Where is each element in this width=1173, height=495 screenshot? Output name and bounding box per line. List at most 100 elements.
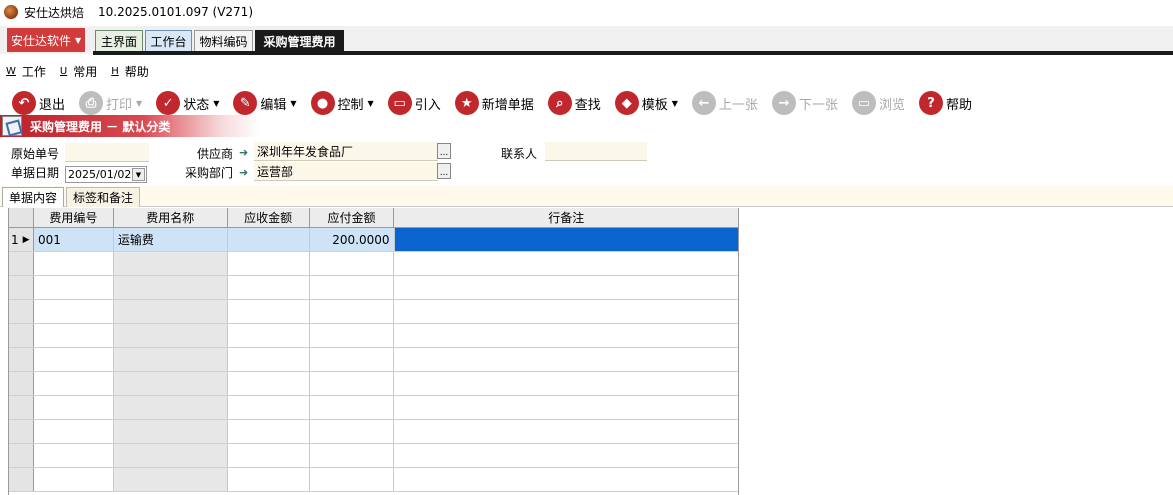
menu-work[interactable]: W 工作 bbox=[6, 63, 46, 80]
cell-note[interactable] bbox=[394, 324, 738, 347]
cell-payable[interactable] bbox=[310, 348, 395, 371]
cell-note[interactable] bbox=[394, 420, 738, 443]
toolbar-button-folder[interactable]: ▭ 浏览 bbox=[851, 89, 905, 117]
menu-common[interactable]: U 常用 bbox=[60, 63, 97, 80]
cell-receivable[interactable] bbox=[228, 348, 310, 371]
toolbar-button-arrow-right[interactable]: → 下一张 bbox=[771, 89, 838, 117]
dept-lookup-button[interactable]: ... bbox=[437, 163, 451, 179]
cell-code[interactable] bbox=[34, 324, 114, 347]
cell-name[interactable]: 运输费 bbox=[113, 228, 228, 251]
table-row[interactable] bbox=[9, 348, 738, 372]
toolbar-button-exit[interactable]: ↶ 退出 bbox=[12, 89, 65, 117]
row-indicator[interactable] bbox=[9, 324, 34, 347]
brand-menu-button[interactable]: 安仕达软件 ▼ bbox=[7, 28, 85, 52]
tab-main[interactable]: 主界面 bbox=[95, 30, 143, 52]
row-indicator[interactable] bbox=[9, 444, 34, 467]
cell-receivable[interactable] bbox=[228, 252, 310, 275]
cell-payable[interactable]: 200.0000 bbox=[309, 228, 395, 251]
row-indicator[interactable] bbox=[9, 468, 34, 491]
cell-name[interactable] bbox=[113, 396, 228, 419]
cell-name[interactable] bbox=[113, 468, 228, 491]
cell-note[interactable] bbox=[394, 372, 738, 395]
column-header-name[interactable]: 费用名称 bbox=[113, 208, 228, 227]
toolbar-button-user[interactable]: ● 控制 ▼ bbox=[310, 89, 374, 117]
cell-name[interactable] bbox=[113, 348, 228, 371]
cell-name[interactable] bbox=[113, 372, 228, 395]
table-row[interactable] bbox=[9, 372, 738, 396]
cell-payable[interactable] bbox=[310, 468, 395, 491]
column-header-code[interactable]: 费用编号 bbox=[34, 208, 114, 227]
toolbar-button-help[interactable]: ? 帮助 bbox=[918, 89, 972, 117]
dept-field[interactable]: 运营部 bbox=[254, 162, 438, 181]
column-header-receivable[interactable]: 应收金额 bbox=[228, 208, 310, 227]
cell-receivable[interactable] bbox=[228, 372, 310, 395]
cell-name[interactable] bbox=[113, 324, 228, 347]
chevron-down-icon[interactable]: ▼ bbox=[132, 168, 145, 181]
contact-field[interactable] bbox=[545, 142, 647, 161]
cell-payable[interactable] bbox=[310, 300, 395, 323]
cell-name[interactable] bbox=[113, 444, 228, 467]
cell-note[interactable] bbox=[394, 228, 738, 251]
row-indicator[interactable] bbox=[9, 372, 34, 395]
cell-receivable[interactable] bbox=[228, 420, 310, 443]
cell-receivable[interactable] bbox=[227, 228, 310, 251]
cell-receivable[interactable] bbox=[228, 300, 310, 323]
cell-receivable[interactable] bbox=[228, 396, 310, 419]
table-row[interactable] bbox=[9, 276, 738, 300]
cell-code[interactable] bbox=[34, 468, 114, 491]
cell-payable[interactable] bbox=[310, 444, 395, 467]
tab-material-code[interactable]: 物料编码 bbox=[194, 30, 253, 52]
table-row[interactable] bbox=[9, 468, 738, 492]
cell-note[interactable] bbox=[394, 276, 738, 299]
cell-payable[interactable] bbox=[310, 276, 395, 299]
column-header-payable[interactable]: 应付金额 bbox=[310, 208, 395, 227]
row-indicator[interactable] bbox=[9, 348, 34, 371]
cell-code[interactable] bbox=[34, 396, 114, 419]
cell-note[interactable] bbox=[394, 444, 738, 467]
row-indicator[interactable] bbox=[9, 276, 34, 299]
menu-help[interactable]: H 帮助 bbox=[111, 63, 149, 80]
table-row[interactable] bbox=[9, 324, 738, 348]
cell-code[interactable] bbox=[34, 252, 114, 275]
chevron-down-icon[interactable]: ▼ bbox=[290, 99, 296, 108]
toolbar-button-pencil[interactable]: ✎ 编辑 ▼ bbox=[233, 89, 297, 117]
table-row[interactable] bbox=[9, 252, 738, 276]
tab-document-content[interactable]: 单据内容 bbox=[2, 187, 65, 207]
tab-workbench[interactable]: 工作台 bbox=[145, 30, 192, 52]
tab-purchase-expense[interactable]: 采购管理费用 bbox=[255, 30, 344, 53]
cell-receivable[interactable] bbox=[228, 444, 310, 467]
table-row[interactable]: 1 ▶ 001 运输费 200.0000 bbox=[9, 228, 738, 252]
cell-payable[interactable] bbox=[310, 396, 395, 419]
chevron-down-icon[interactable]: ▼ bbox=[136, 99, 142, 108]
table-row[interactable] bbox=[9, 420, 738, 444]
cell-name[interactable] bbox=[113, 252, 228, 275]
cell-note[interactable] bbox=[394, 300, 738, 323]
cell-name[interactable] bbox=[113, 300, 228, 323]
toolbar-button-folder-open[interactable]: ▭ 引入 bbox=[387, 89, 441, 117]
toolbar-button-print[interactable]: ⎙ 打印 ▼ bbox=[79, 89, 142, 117]
chevron-down-icon[interactable]: ▼ bbox=[368, 99, 374, 108]
chevron-down-icon[interactable]: ▼ bbox=[672, 99, 678, 108]
cell-payable[interactable] bbox=[310, 420, 395, 443]
row-indicator[interactable] bbox=[9, 420, 34, 443]
row-indicator[interactable] bbox=[9, 396, 34, 419]
supplier-lookup-button[interactable]: ... bbox=[437, 143, 451, 159]
tab-tags-notes[interactable]: 标签和备注 bbox=[66, 187, 141, 207]
cell-name[interactable] bbox=[113, 420, 228, 443]
row-indicator[interactable] bbox=[9, 252, 34, 275]
cell-code[interactable] bbox=[34, 420, 114, 443]
toolbar-button-arrow-left[interactable]: ← 上一张 bbox=[691, 89, 758, 117]
cell-payable[interactable] bbox=[310, 372, 395, 395]
cell-name[interactable] bbox=[113, 276, 228, 299]
cell-receivable[interactable] bbox=[228, 468, 310, 491]
cell-note[interactable] bbox=[394, 468, 738, 491]
cell-note[interactable] bbox=[394, 252, 738, 275]
table-row[interactable] bbox=[9, 300, 738, 324]
toolbar-button-search[interactable]: ⌕ 查找 bbox=[547, 89, 601, 117]
cell-payable[interactable] bbox=[310, 252, 395, 275]
date-picker[interactable]: 2025/01/02 ▼ bbox=[65, 166, 147, 183]
table-row[interactable] bbox=[9, 396, 738, 420]
cell-receivable[interactable] bbox=[228, 276, 310, 299]
supplier-field[interactable]: 深圳年年发食品厂 bbox=[254, 142, 438, 161]
row-indicator[interactable] bbox=[9, 300, 34, 323]
